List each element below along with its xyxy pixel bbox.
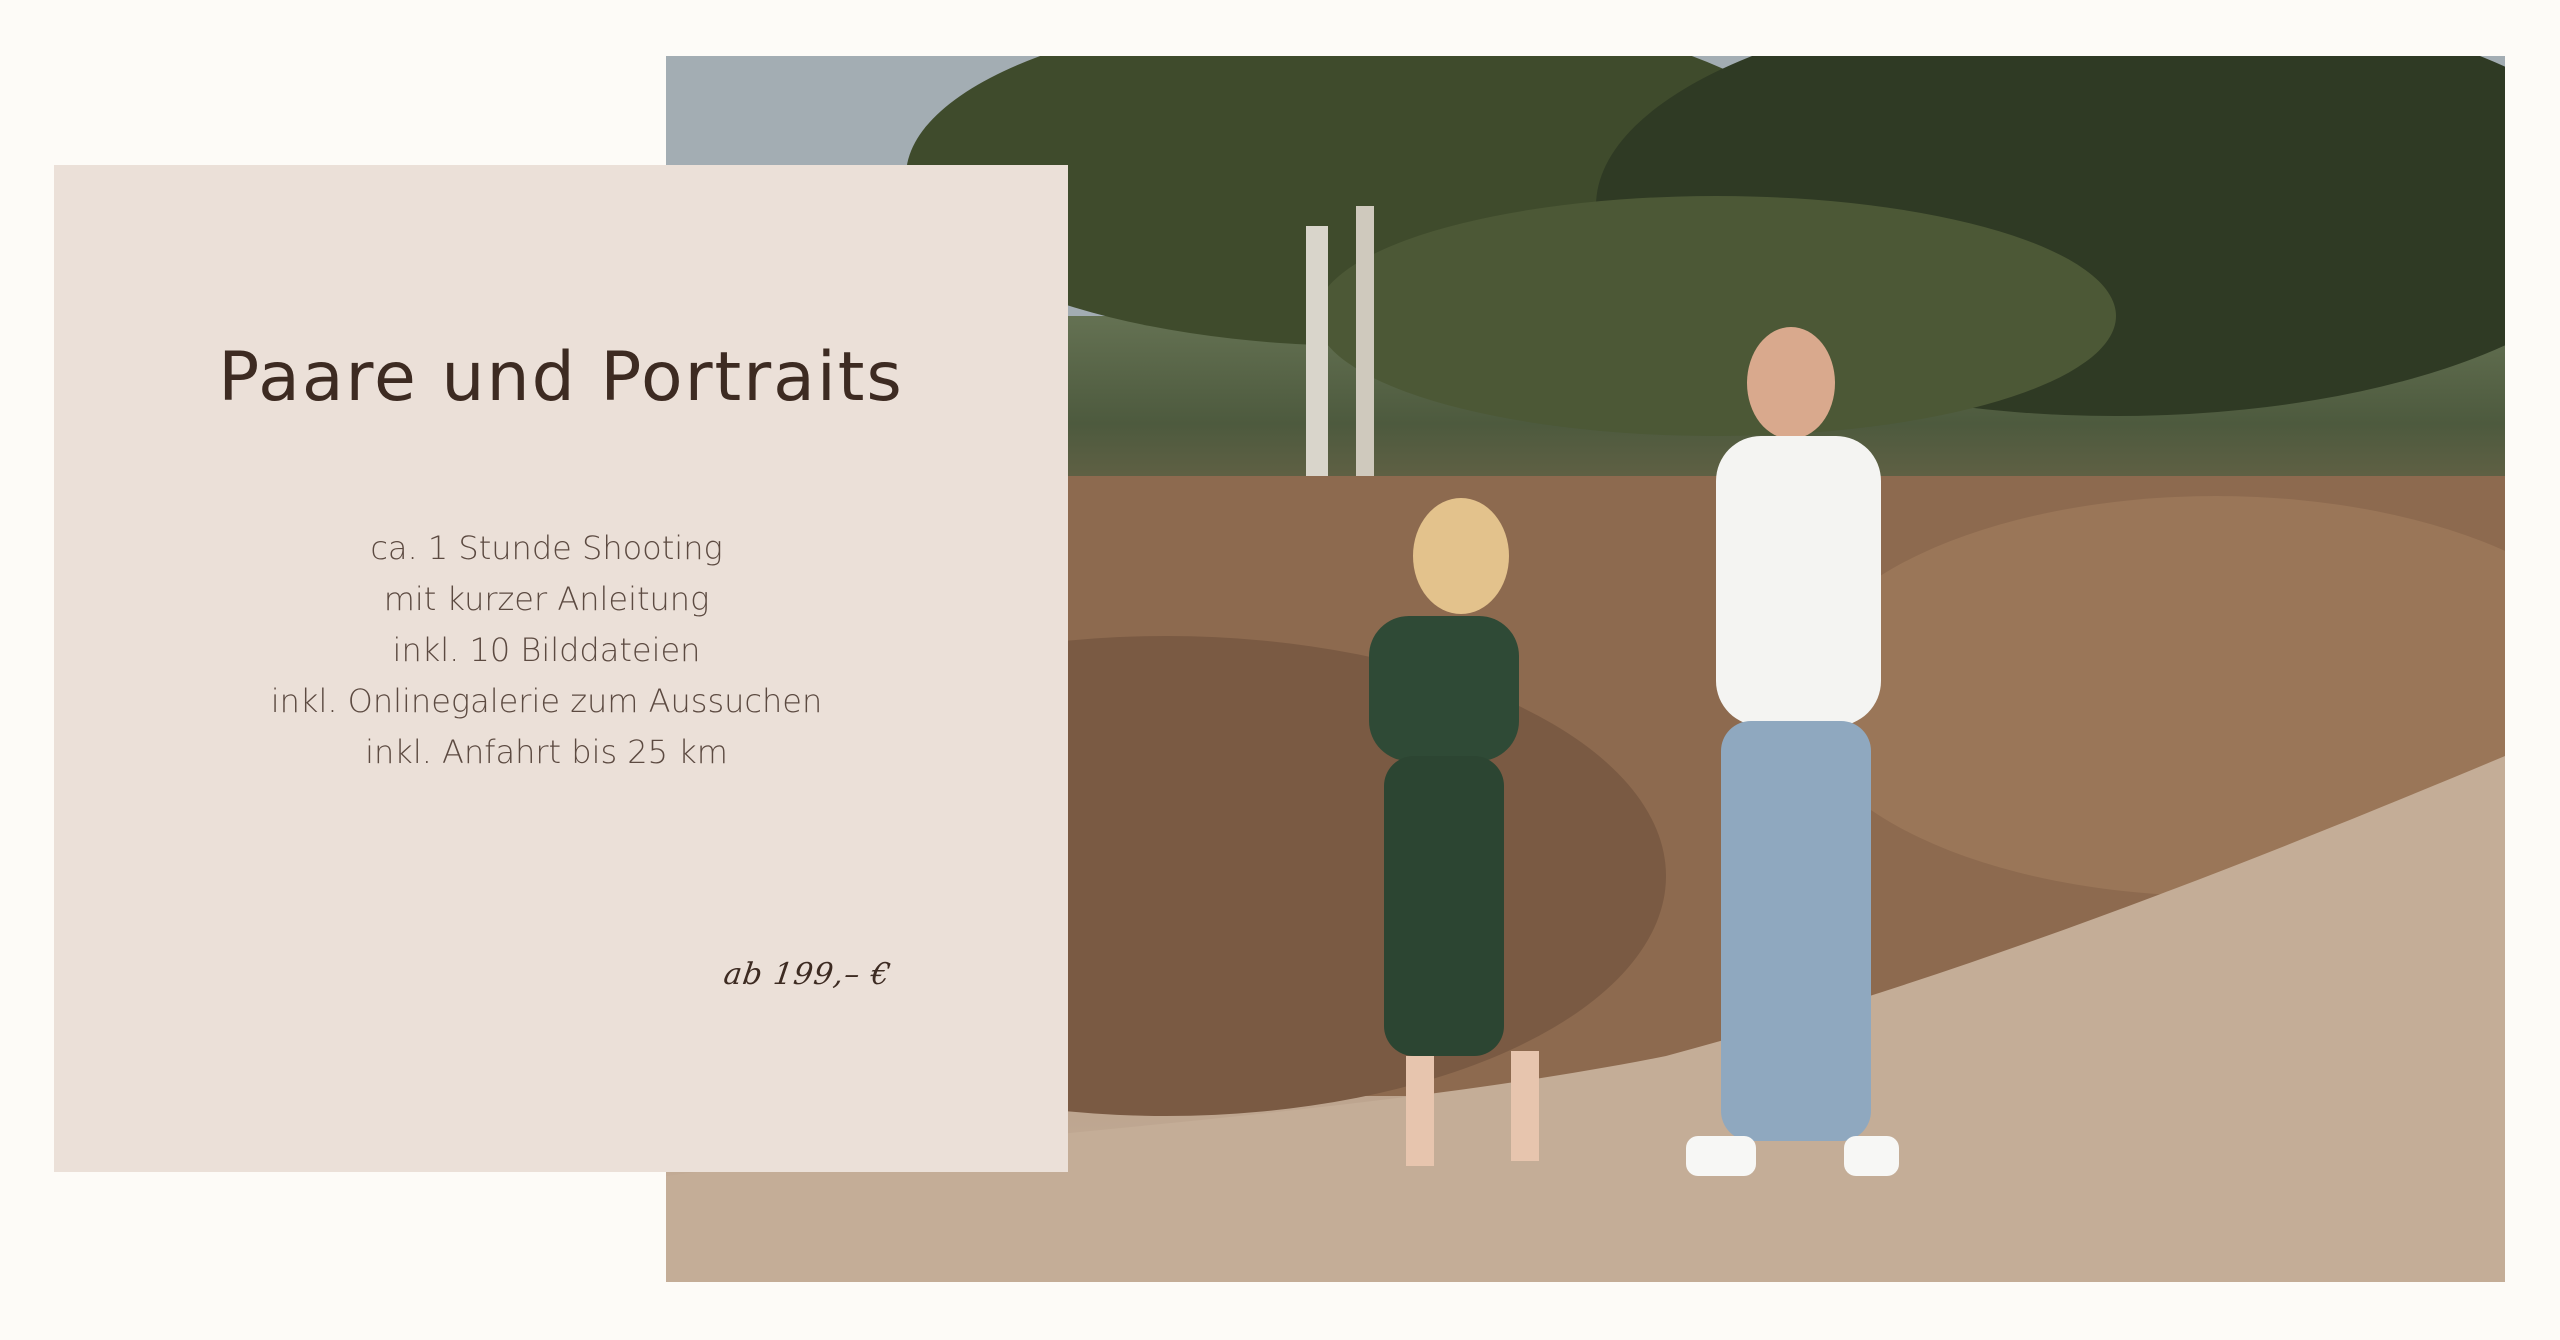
pricing-card: Paare und Portraits ca. 1 Stunde Shootin… <box>54 165 1068 1172</box>
feature-item: inkl. 10 Bilddateien <box>392 631 701 669</box>
feature-item: ca. 1 Stunde Shooting <box>370 529 723 567</box>
price-label: ab 199,– € <box>721 957 894 992</box>
card-title: Paare und Portraits <box>218 338 904 417</box>
feature-item: inkl. Anfahrt bis 25 km <box>365 733 728 771</box>
feature-item: mit kurzer Anleitung <box>383 580 710 618</box>
feature-item: inkl. Onlinegalerie zum Aussuchen <box>270 682 823 720</box>
features-list: ca. 1 Stunde Shooting mit kurzer Anleitu… <box>54 523 1039 778</box>
